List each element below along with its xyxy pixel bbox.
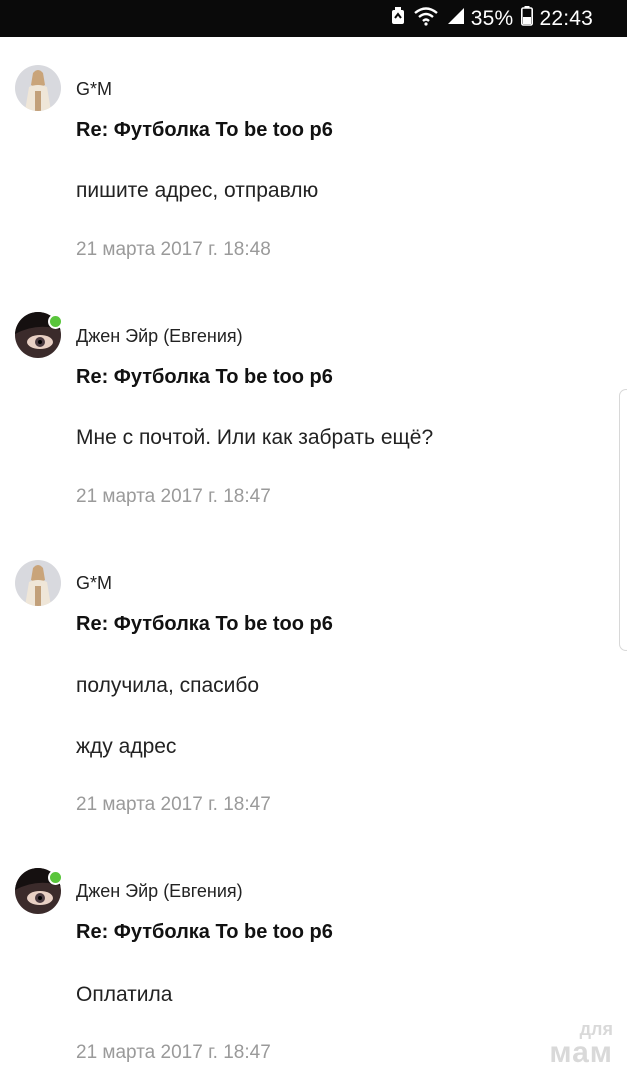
message-subject: Re: Футболка To be too p6 <box>76 119 333 141</box>
message-timestamp: 21 марта 2017 г. 18:47 <box>76 486 271 507</box>
battery-percent: 35% <box>470 6 514 30</box>
scrollbar[interactable] <box>619 389 627 651</box>
message-text: жду адрес <box>76 735 177 758</box>
avatar[interactable] <box>15 312 63 358</box>
online-indicator <box>48 870 63 885</box>
online-indicator <box>48 314 63 329</box>
message-timestamp: 21 марта 2017 г. 18:48 <box>76 239 271 260</box>
watermark-logo: для мам <box>549 1020 613 1068</box>
message-text: Мне с почтой. Или как забрать ещё? <box>76 426 434 449</box>
status-icons: 35% 22:43 <box>383 0 593 37</box>
message-subject: Re: Футболка To be too p6 <box>76 921 333 943</box>
battery-icon <box>521 5 534 32</box>
status-bar: 35% 22:43 <box>0 0 627 37</box>
avatar[interactable] <box>15 560 61 606</box>
author-name[interactable]: Джен Эйр (Евгения) <box>76 881 243 902</box>
sync-icon <box>391 6 405 31</box>
message-text: Оплатила <box>76 983 173 1006</box>
message-timestamp: 21 марта 2017 г. 18:47 <box>76 794 271 815</box>
signal-icon <box>447 7 465 31</box>
message-timestamp: 21 марта 2017 г. 18:47 <box>76 1042 271 1063</box>
message-subject: Re: Футболка To be too p6 <box>76 366 333 388</box>
watermark-line2: мам <box>549 1036 613 1069</box>
message-feed[interactable]: G*M Re: Футболка To be too p6 пишите адр… <box>0 37 627 1080</box>
wifi-icon <box>413 6 439 32</box>
author-name[interactable]: G*M <box>76 573 112 594</box>
message-subject: Re: Футболка To be too p6 <box>76 613 333 635</box>
author-name[interactable]: G*M <box>76 79 112 100</box>
author-name[interactable]: Джен Эйр (Евгения) <box>76 326 243 347</box>
status-time: 22:43 <box>539 6 593 30</box>
message-text: получила, спасибо <box>76 674 260 697</box>
message-text: пишите адрес, отправлю <box>76 179 319 202</box>
avatar[interactable] <box>15 868 63 914</box>
avatar[interactable] <box>15 65 61 111</box>
